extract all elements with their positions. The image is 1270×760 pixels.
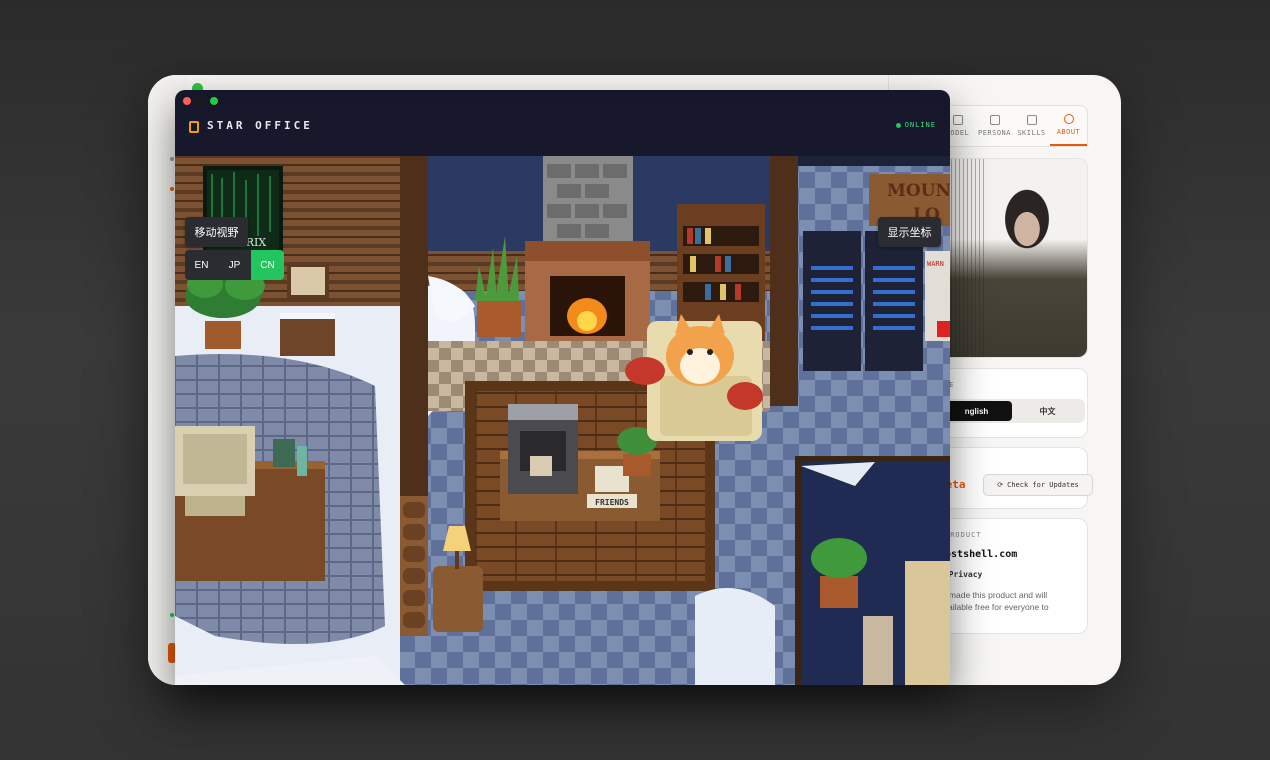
- tab-about[interactable]: ABOUT: [1050, 106, 1087, 146]
- building-icon: [189, 121, 199, 133]
- language-cn-button[interactable]: CN: [251, 250, 284, 280]
- settings-tabbar: MODEL PERSONA SKILLS ABOUT: [938, 105, 1088, 147]
- product-card: PRODUCT hostshell.com · Privacy Xi made …: [938, 518, 1088, 634]
- about-panel: MODEL PERSONA SKILLS ABOUT AGE nglish 中文…: [938, 105, 1108, 685]
- window-titlebar: [175, 90, 950, 110]
- sidebar-dot: [170, 157, 174, 161]
- move-view-button[interactable]: 移动视野: [185, 217, 248, 247]
- language-jp-button[interactable]: JP: [218, 250, 251, 280]
- avatar-glitch-effect: [947, 159, 987, 357]
- language-option-english[interactable]: nglish: [941, 401, 1012, 421]
- sidebar-dot: [170, 187, 174, 191]
- maximize-dot-icon[interactable]: [210, 97, 218, 105]
- warning-sign-text: WARN: [927, 260, 944, 268]
- sidebar-dot: [170, 613, 174, 617]
- tab-persona[interactable]: PERSONA: [976, 106, 1013, 146]
- star-office-window: STAR OFFICE ONLINE FRIENDS WARN MOUN LO …: [175, 90, 950, 685]
- language-en-button[interactable]: EN: [185, 250, 218, 280]
- chat-icon: [952, 115, 963, 125]
- tab-label: SKILLS: [1017, 129, 1046, 137]
- show-coordinates-button[interactable]: 显示坐标: [878, 217, 941, 247]
- check-updates-label: Check for Updates: [1007, 481, 1079, 489]
- tab-label: PERSONA: [977, 129, 1011, 137]
- tab-label: ABOUT: [1056, 128, 1081, 136]
- product-section-label: PRODUCT: [945, 531, 982, 539]
- chip-icon: [989, 115, 1000, 125]
- status-badge: ONLINE: [895, 121, 936, 129]
- product-link[interactable]: hostshell.com: [939, 549, 1017, 560]
- tab-skills[interactable]: SKILLS: [1013, 106, 1050, 146]
- office-scene[interactable]: MATRIX: [175, 156, 950, 685]
- language-option-chinese[interactable]: 中文: [1012, 401, 1083, 421]
- avatar-card: [938, 158, 1088, 358]
- pixel-office-map: MATRIX: [175, 156, 950, 685]
- online-dot-icon: [895, 122, 901, 128]
- close-dot-icon[interactable]: [183, 97, 191, 105]
- minimize-dot-icon[interactable]: [196, 97, 204, 105]
- refresh-icon: ⟳: [997, 481, 1004, 489]
- language-toggle: nglish 中文: [939, 399, 1085, 423]
- language-switcher: EN JP CN: [185, 250, 284, 280]
- version-card: ON beta ⟳ Check for Updates: [938, 447, 1093, 509]
- language-card: AGE nglish 中文: [938, 368, 1088, 438]
- app-title: STAR OFFICE: [207, 119, 313, 132]
- product-note: Xi made this product and will available …: [939, 590, 1049, 612]
- lodge-sign-line1: MOUN: [887, 181, 950, 201]
- status-text: ONLINE: [904, 121, 936, 129]
- puzzle-icon: [1026, 115, 1037, 125]
- info-icon: [1063, 114, 1074, 124]
- mug-label: FRIENDS: [595, 498, 629, 507]
- app-header: STAR OFFICE ONLINE: [175, 110, 950, 158]
- check-updates-button[interactable]: ⟳ Check for Updates: [983, 474, 1093, 496]
